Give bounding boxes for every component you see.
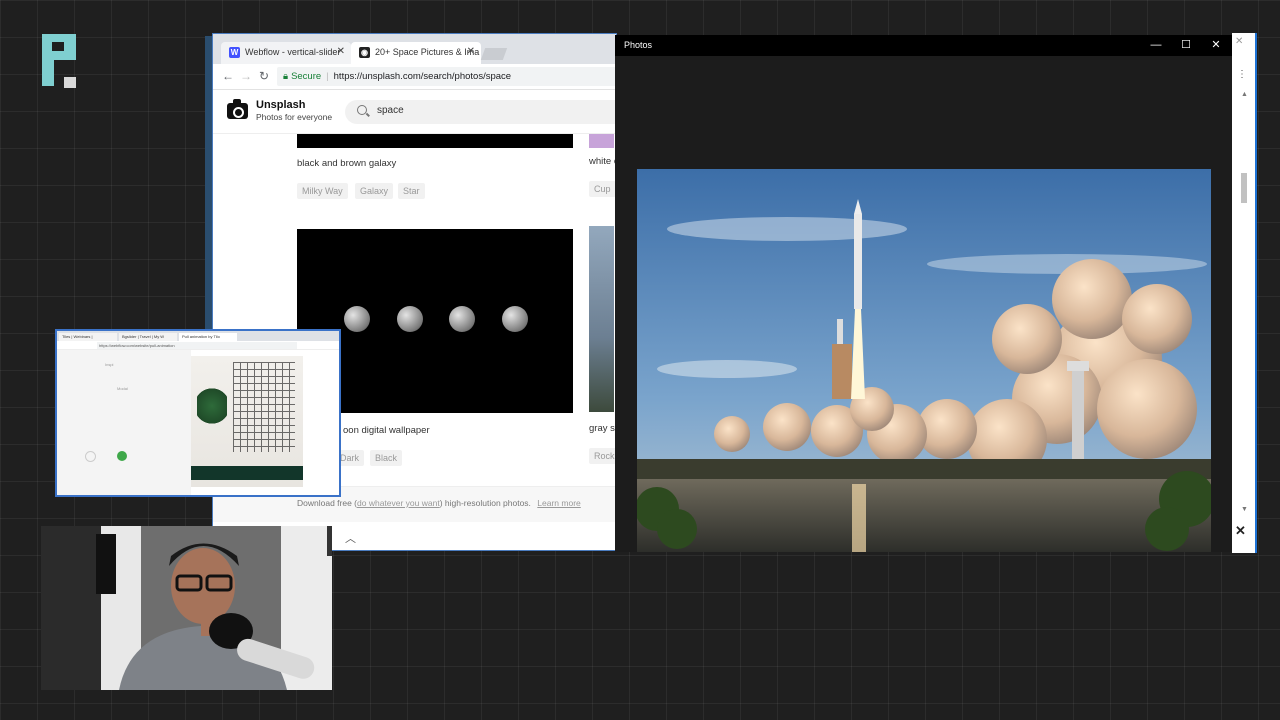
presenter-video [41,526,332,690]
scrollbar-thumb[interactable] [1241,173,1247,203]
photo-caption[interactable]: oon digital wallpaper [343,425,430,436]
mini-tab[interactable]: Bgslider | Travel | My W [119,333,177,341]
learn-more-link[interactable]: Learn more [537,498,580,508]
webcam-feed [41,526,332,690]
mini-label: Modal [117,386,128,391]
mini-label: Inspi [105,362,114,367]
close-icon[interactable]: ✕ [1235,36,1243,47]
mini-product-photo [191,356,303,487]
side-photo[interactable] [589,134,614,148]
license-link[interactable]: do whatever you want [357,498,440,508]
mini-browser-window: Tiles | Webinars | Bgslider | Travel | M… [55,329,341,497]
tab-strip: W Webflow - vertical-slider ✕ ◉ 20+ Spac… [213,34,616,64]
moon [397,306,423,332]
webflow-icon: W [229,47,240,58]
close-icon[interactable]: ✕ [467,46,475,57]
tag-chip[interactable]: Cup [589,181,616,197]
banner-text: Download free ( [297,498,358,508]
tab-unsplash[interactable]: ◉ 20+ Space Pictures & Ima ✕ [351,42,481,64]
search-icon [357,105,367,115]
photo-caption[interactable]: gray s [589,423,615,434]
brand[interactable]: Unsplash Photos for everyone [256,99,332,122]
tag-chip[interactable]: Milky Way [297,183,348,199]
galaxy-photo[interactable] [297,134,573,148]
close-icon[interactable]: ✕ [337,46,345,57]
close-panel-icon[interactable]: ✕ [1235,523,1246,539]
mini-toggle[interactable] [117,451,127,461]
unsplash-logo-icon[interactable] [227,99,248,119]
chevron-up-icon[interactable]: ︿ [345,530,356,546]
tag-chip[interactable]: Galaxy [355,183,394,199]
mini-toolbar: https://webflow.com/website/pull-animati… [57,341,339,350]
lock-icon: 🔒︎ [283,71,289,82]
table [191,466,303,480]
plant [197,386,227,426]
tab-webflow[interactable]: W Webflow - vertical-slider ✕ [221,42,351,64]
channel-logo [42,34,76,88]
forward-icon[interactable]: → [240,69,252,83]
photos-titlebar[interactable]: Photos — ☐ ✕ [615,35,1232,56]
mini-address-bar[interactable]: https://webflow.com/website/pull-animati… [97,342,297,349]
tab-label: Webflow - vertical-slider [245,47,341,57]
brand-name: Unsplash [256,99,306,111]
mini-tab-strip: Tiles | Webinars | Bgslider | Travel | M… [57,331,339,341]
search-input[interactable]: space [345,100,616,124]
banner-text: ) high-resolution photos. [439,498,531,508]
mini-tab[interactable]: Pull animation by Tilo [179,333,237,341]
moon [502,306,528,332]
moon [344,306,370,332]
maximize-button[interactable]: ☐ [1171,37,1201,53]
mini-radio[interactable] [85,451,96,462]
side-photo[interactable] [589,226,614,412]
brand-tagline: Photos for everyone [256,112,333,122]
scroll-down-icon[interactable]: ▼ [1241,506,1248,513]
photo-caption[interactable]: white c [589,156,616,167]
tab-label: 20+ Space Pictures & Ima [375,47,480,57]
photo-caption[interactable]: black and brown galaxy [297,158,396,169]
tag-chip[interactable]: Black [370,450,403,466]
secure-label: Secure [291,71,322,82]
chrome-window-edge: ✕ ⋮ ▲ ▼ ✕ [1232,33,1257,553]
menu-icon[interactable]: ⋮ [1237,69,1247,80]
reload-icon[interactable]: ↻ [259,69,269,83]
rocket-launch-image [637,169,1211,552]
mini-tab[interactable]: Tiles | Webinars | [59,333,117,341]
search-value: space [377,105,404,116]
moon [449,306,475,332]
url-text: https://unsplash.com/search/photos/space [333,71,512,82]
mini-page-left: Inspi Modal [57,350,191,495]
camera-icon: ◉ [359,47,370,58]
browser-toolbar: ← → ↻ 🔒︎ Secure | https://unsplash.com/sear… [213,64,616,90]
tag-chip[interactable]: Rock [589,448,616,464]
scroll-up-icon[interactable]: ▲ [1241,91,1248,98]
minimize-button[interactable]: — [1141,37,1171,53]
window-title: Photos [624,40,653,50]
address-bar[interactable]: 🔒︎ Secure | https://unsplash.com/search/pho… [277,67,616,86]
new-tab-button[interactable] [480,48,508,60]
tag-chip[interactable]: Star [398,183,425,199]
rocket-launch-photo[interactable] [637,169,1211,552]
close-button[interactable]: ✕ [1201,37,1231,53]
grid-wall-art [233,362,295,452]
back-icon[interactable]: ← [222,69,234,83]
unsplash-header: Unsplash Photos for everyone space [213,90,616,134]
photos-window: Photos — ☐ ✕ [615,35,1232,552]
